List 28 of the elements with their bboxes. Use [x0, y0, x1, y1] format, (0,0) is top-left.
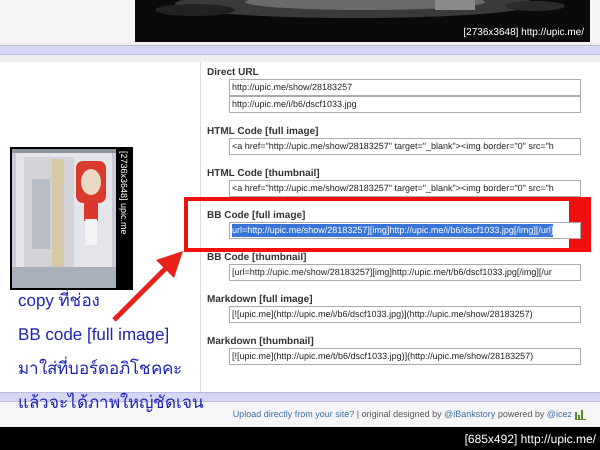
field-label: BB Code [thumbnail] — [207, 252, 308, 263]
footer-text: | original designed by — [356, 408, 443, 419]
annotation-text: copy ที่ช่อง — [18, 288, 100, 314]
image-caption: [685x492] http://upic.me/ — [464, 430, 596, 448]
field-label: Markdown [thumbnail] — [207, 336, 315, 347]
input-field[interactable]: <a href="http://upic.me/show/28183257" target="_blank"><img border="0" src="h — [229, 138, 581, 155]
field-label: BB Code [full image] — [207, 210, 306, 221]
input-field[interactable]: [url=http://upic.me/show/28183257][img]http://upic.me/t/b6/dscf1033.jpg[/img][/ur — [229, 264, 581, 281]
input-field[interactable]: http://upic.me/i/b6/dscf1033.jpg — [229, 96, 581, 113]
image-caption: [2736x3648] http://upic.me/ — [463, 26, 584, 40]
field-label: HTML Code [thumbnail] — [207, 168, 321, 179]
field-label: Markdown [full image] — [207, 294, 314, 305]
annotation-text: แล้วจะได้ภาพใหญ่ชัดเจน — [18, 392, 204, 414]
footer-link[interactable]: Upload directly from your site? — [232, 408, 354, 419]
chart-icon — [575, 410, 586, 420]
input-field[interactable]: [![upic.me](http://upic.me/t/b6/dscf1033.jpg)](http://upic.me/show/28183257) — [229, 348, 581, 365]
annotation-text: BB code [full image] — [18, 324, 170, 346]
input-field[interactable]: [![upic.me](http://upic.me/i/b6/dscf1033.jpg)](http://upic.me/show/28183257) — [229, 306, 581, 323]
input-field[interactable]: <a href="http://upic.me/show/28183257" target="_blank"><img border="0" src="h — [229, 180, 581, 197]
footer-text: powered by — [496, 408, 546, 419]
input-field[interactable]: url=http://upic.me/show/28183257][img]http://upic.me/i/b6/dscf1033.jpg[/img][/url] — [229, 222, 581, 239]
annotation-text: มาใส่ที่บอร์ดอภิโชคคะ — [18, 356, 182, 382]
footer-link[interactable]: @iBankstory — [444, 408, 496, 419]
image-caption: [2736x3648] upic.me — [118, 151, 130, 235]
field-label: HTML Code [full image] — [207, 126, 320, 137]
field-label: Direct URL — [207, 67, 260, 78]
footer-link[interactable]: @icez — [546, 408, 572, 419]
input-field[interactable]: http://upic.me/show/28183257 — [229, 79, 581, 96]
